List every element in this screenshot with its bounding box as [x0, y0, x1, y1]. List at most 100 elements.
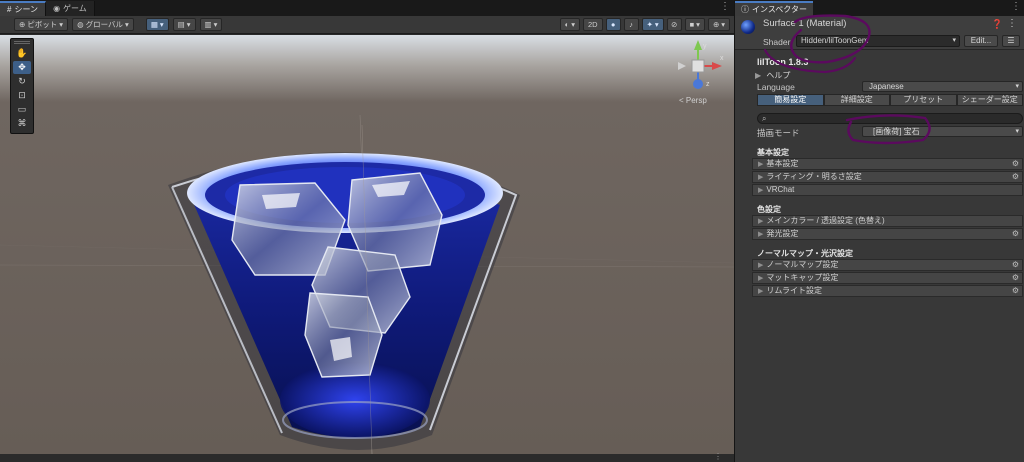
chevron-down-icon: ▾ — [952, 37, 956, 44]
effects-toggle-button[interactable]: ✦ ▾ — [641, 18, 664, 31]
tab-inspector-label: インスペクター — [752, 5, 807, 14]
foldout-main-color[interactable]: ▶ メインカラー / 透過設定 (色替え) — [752, 215, 1023, 227]
foldout-lighting-settings[interactable]: ▶ ライティング・明るさ設定 ⚙ — [752, 171, 1023, 183]
triangle-right-icon: ▶ — [758, 262, 764, 269]
triangle-right-icon: ▶ — [758, 161, 764, 168]
kebab-menu-icon[interactable]: ⋮ — [714, 452, 722, 461]
liltoon-version-title: lilToon 1.8.3 — [757, 57, 809, 67]
rotate-tool-icon[interactable]: ↻ — [13, 75, 31, 88]
tool-palette: ✋ ✥ ↻ ⊡ ▭ ⌘ — [10, 38, 34, 134]
hidden-objects-button[interactable]: ⊘ — [666, 18, 682, 31]
gear-icon[interactable]: ⚙ — [1012, 229, 1019, 239]
foldout-label: ノーマルマップ設定 — [766, 260, 839, 269]
foldout-label: 基本設定 — [766, 159, 799, 168]
tab-scene[interactable]: # シーン — [0, 1, 47, 16]
tab-simple-settings[interactable]: 簡易設定 — [757, 94, 824, 106]
tab-preset[interactable]: プリセット — [890, 94, 957, 106]
gizmos-button[interactable]: ⊕ ▾ — [707, 18, 730, 31]
gear-icon[interactable]: ⚙ — [1012, 286, 1019, 296]
foldout-label: 発光設定 — [766, 229, 799, 238]
vertex-snap-button[interactable]: ▥ ▾ — [199, 18, 223, 31]
chevron-down-icon: ▾ — [571, 20, 575, 29]
section-title-basic: 基本設定 — [757, 148, 789, 157]
help-icon[interactable]: ❓ — [992, 19, 1003, 30]
global-label: グローバル — [85, 20, 124, 29]
foldout-normal-map[interactable]: ▶ ノーマルマップ設定 ⚙ — [752, 259, 1023, 271]
tab-inspector[interactable]: ⓘ インスペクター — [735, 1, 813, 16]
lighting-toggle-button[interactable]: ● — [605, 18, 621, 31]
section-title-normal: ノーマルマップ・光沢設定 — [757, 249, 853, 258]
gear-icon[interactable]: ⚙ — [1012, 172, 1019, 182]
shader-dropdown[interactable]: Hidden/lilToonGem ▾ — [796, 35, 960, 47]
transform-tool-icon[interactable]: ⌘ — [13, 117, 31, 130]
hand-tool-icon[interactable]: ✋ — [13, 47, 31, 60]
kebab-menu-icon[interactable]: ⋮ — [720, 1, 730, 12]
audio-toggle-button[interactable]: ♪ — [623, 18, 639, 31]
settings-kebab-icon[interactable]: ⋮ — [1007, 18, 1017, 29]
material-preview-icon — [741, 20, 755, 34]
shader-value: Hidden/lilToonGem — [801, 36, 869, 45]
gizmos-icon: ⊕ — [712, 20, 720, 29]
grid-icon: ▦ — [150, 20, 158, 29]
globe-icon: ◍ — [77, 20, 84, 29]
kebab-menu-icon[interactable]: ⋮ — [1011, 1, 1021, 12]
foldout-label: VRChat — [766, 185, 795, 194]
projection-label[interactable]: < Persp — [679, 96, 707, 105]
grid-snap-button[interactable]: ▦ ▾ — [145, 18, 169, 31]
info-icon: ⓘ — [741, 5, 749, 14]
property-search-input[interactable]: ⌕ — [757, 113, 1023, 124]
vertex-snap-icon: ▥ — [204, 20, 212, 29]
gear-icon[interactable]: ⚙ — [1012, 260, 1019, 270]
material-header: Surface 1 (Material) ❓ ⋮ Shader Hidden/l… — [735, 16, 1024, 50]
tab-scene-label: シーン — [14, 5, 39, 14]
move-tool-icon[interactable]: ✥ — [13, 61, 31, 74]
shader-list-button[interactable]: ☰ — [1002, 35, 1020, 47]
camera-settings-button[interactable]: ■ ▾ — [684, 18, 705, 31]
foldout-vrchat[interactable]: ▶ VRChat — [752, 184, 1023, 196]
section-title-color: 色設定 — [757, 205, 781, 214]
tab-game-label: ゲーム — [63, 4, 87, 13]
palette-grip[interactable] — [14, 41, 30, 44]
foldout-label: ライティング・明るさ設定 — [766, 172, 862, 181]
tab-game[interactable]: ◉ ゲーム — [46, 1, 95, 16]
foldout-basic-settings[interactable]: ▶ 基本設定 ⚙ — [752, 158, 1023, 170]
gear-icon[interactable]: ⚙ — [1012, 159, 1019, 169]
audio-icon: ♪ — [629, 20, 633, 29]
tab-advanced-settings[interactable]: 詳細設定 — [823, 94, 890, 106]
gear-icon[interactable]: ⚙ — [1012, 273, 1019, 283]
pivot-toggle-button[interactable]: ⊕ ピボット ▾ — [14, 18, 69, 31]
2d-toggle-button[interactable]: 2D — [582, 18, 603, 31]
chevron-down-icon: ▾ — [159, 20, 164, 29]
camera-icon: ■ — [689, 20, 695, 29]
chevron-down-icon: ▾ — [186, 20, 191, 29]
global-toggle-button[interactable]: ◍ グローバル ▾ — [72, 18, 134, 31]
foldout-label: リムライト設定 — [766, 286, 822, 295]
inspector-tabbar: ⓘ インスペクター ⋮ — [735, 0, 1024, 16]
lightbulb-icon: ● — [610, 20, 616, 29]
chevron-down-icon: ▾ — [125, 20, 129, 29]
language-dropdown[interactable]: Japanese ▾ — [862, 81, 1023, 92]
foldout-rim-light[interactable]: ▶ リムライト設定 ⚙ — [752, 285, 1023, 297]
shader-label: Shader — [763, 37, 791, 47]
tab-shader-settings[interactable]: シェーダー設定 — [956, 94, 1023, 106]
chevron-down-icon: ▾ — [1015, 83, 1019, 90]
gizmo-z-label: z — [706, 81, 710, 88]
triangle-right-icon: ▶ — [758, 231, 764, 238]
rect-tool-icon[interactable]: ▭ — [13, 103, 31, 116]
foldout-emission[interactable]: ▶ 発光設定 ⚙ — [752, 228, 1023, 240]
game-icon: ◉ — [53, 4, 61, 13]
shading-mode-button[interactable]: ◐ ▾ — [559, 18, 580, 31]
scene-viewport[interactable] — [0, 35, 734, 454]
edit-shader-button[interactable]: Edit... — [964, 35, 998, 47]
inspector-window: ⓘ インスペクター ⋮ Surface 1 (Material) ❓ ⋮ Sha… — [734, 0, 1024, 462]
scene-status-strip: ⋮ — [0, 452, 734, 462]
increment-snap-button[interactable]: ▤ ▾ — [172, 18, 196, 31]
help-foldout[interactable]: ▶ ヘルプ — [755, 70, 790, 81]
render-mode-dropdown[interactable]: [画像荷] 宝石 ▾ — [862, 126, 1023, 137]
foldout-matcap[interactable]: ▶ マットキャップ設定 ⚙ — [752, 272, 1023, 284]
search-icon: ⌕ — [762, 114, 767, 123]
scale-tool-icon[interactable]: ⊡ — [13, 89, 31, 102]
shading-sphere-icon: ◐ — [564, 20, 570, 29]
triangle-right-icon: ▶ — [758, 174, 764, 181]
chevron-down-icon: ▾ — [654, 20, 659, 29]
